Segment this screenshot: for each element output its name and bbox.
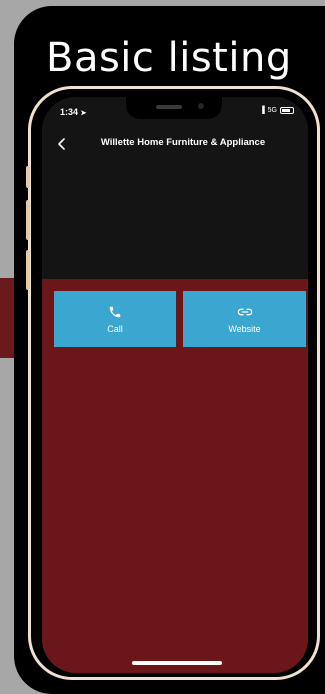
phone-mute-switch [26, 166, 30, 188]
battery-icon [280, 107, 294, 114]
island-speaker [156, 105, 182, 109]
website-button[interactable]: Website [183, 291, 306, 347]
signal-icon: ▐ [259, 107, 265, 114]
side-accent-bar [0, 278, 14, 358]
location-arrow-icon: ➤ [80, 110, 87, 117]
phone-volume-down [26, 250, 30, 290]
call-button[interactable]: Call [54, 291, 176, 347]
nav-bar: Willette Home Furniture & Appliance [42, 133, 308, 155]
phone-screen: 1:34 ➤ ▐ 5G Willette Home Furniture & Ap… [42, 97, 308, 673]
dynamic-island [126, 97, 222, 119]
network-label: 5G [267, 107, 277, 114]
website-button-label: Website [228, 323, 261, 334]
phone-volume-up [26, 200, 30, 240]
slide-heading: Basic listing [46, 35, 292, 81]
page-title: Willette Home Furniture & Appliance [100, 137, 266, 148]
status-time-text: 1:34 [60, 107, 79, 117]
status-indicators: ▐ 5G [260, 107, 294, 114]
call-button-label: Call [107, 323, 123, 334]
status-bar: 1:34 ➤ ▐ 5G [42, 97, 308, 133]
chevron-left-icon[interactable] [56, 137, 68, 151]
link-icon [237, 308, 252, 315]
island-camera [198, 103, 204, 109]
home-indicator[interactable] [132, 661, 222, 665]
status-time: 1:34 ➤ [60, 107, 86, 117]
phone-icon [109, 306, 121, 317]
listing-header-area: 1:34 ➤ ▐ 5G Willette Home Furniture & Ap… [42, 97, 308, 279]
